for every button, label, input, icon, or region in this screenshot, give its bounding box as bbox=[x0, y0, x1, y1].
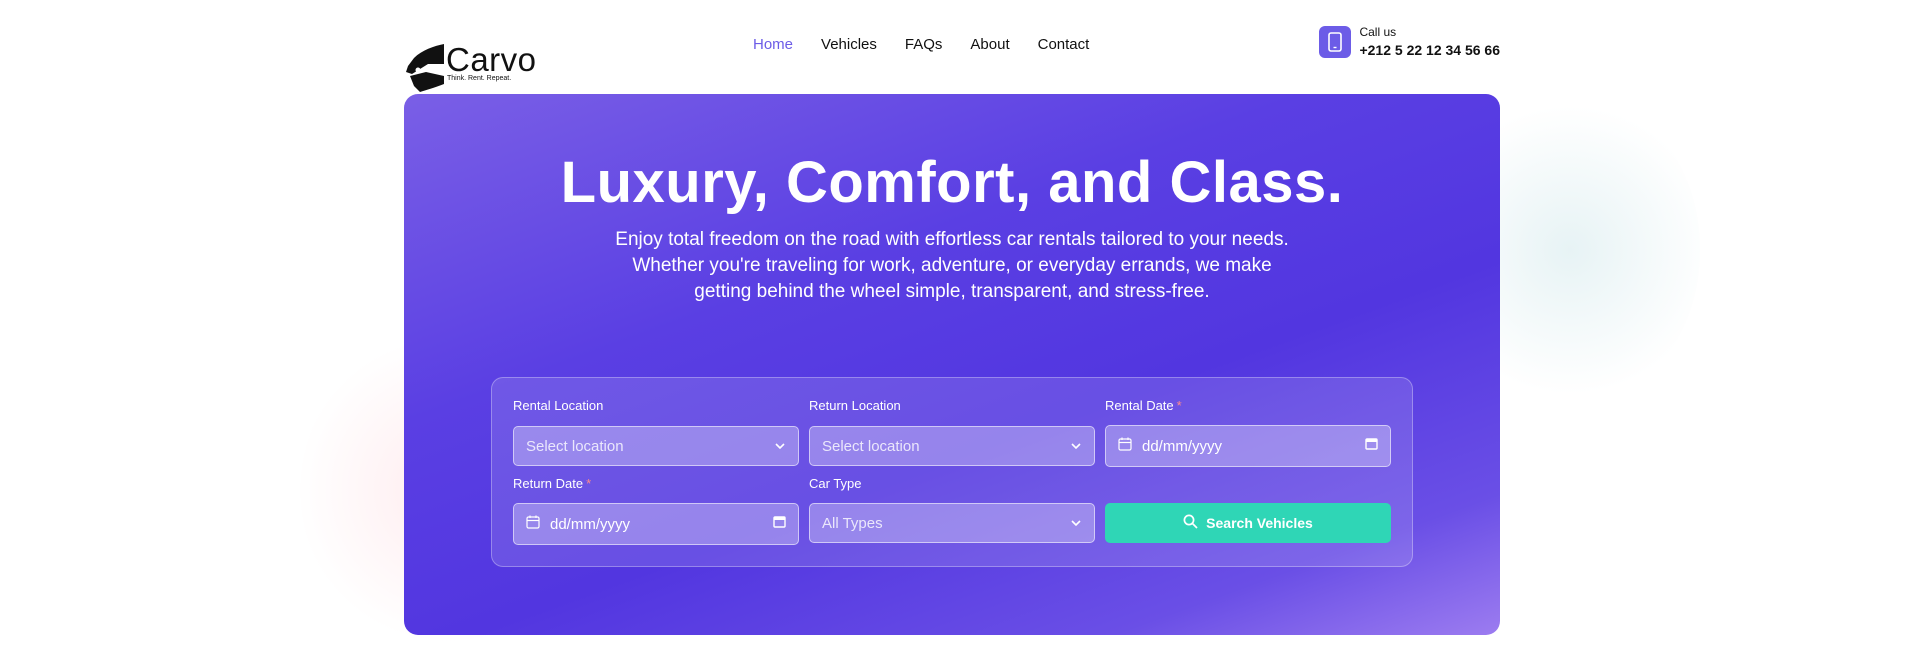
calendar-icon bbox=[1118, 437, 1132, 456]
car-type-label: Car Type bbox=[809, 476, 862, 491]
rental-location-label-text: Rental Location bbox=[513, 398, 604, 413]
rental-date-label: Rental Date * bbox=[1105, 398, 1182, 413]
nav-about[interactable]: About bbox=[970, 36, 1009, 53]
return-location-label: Return Location bbox=[809, 398, 901, 413]
nav-faqs[interactable]: FAQs bbox=[905, 36, 943, 53]
call-us[interactable]: Call us +212 5 22 12 34 56 66 bbox=[1319, 25, 1500, 58]
main-nav: Home Vehicles FAQs About Contact bbox=[753, 36, 1117, 53]
chevron-down-icon bbox=[774, 440, 786, 452]
call-us-text: Call us +212 5 22 12 34 56 66 bbox=[1359, 25, 1500, 58]
chevron-down-icon bbox=[1070, 440, 1082, 452]
return-location-placeholder: Select location bbox=[822, 437, 920, 455]
nav-home[interactable]: Home bbox=[753, 36, 793, 53]
chevron-down-icon bbox=[1070, 517, 1082, 529]
rental-location-label: Rental Location bbox=[513, 398, 603, 413]
return-date-input[interactable]: dd/mm/yyyy bbox=[513, 503, 799, 545]
smartphone-icon bbox=[1319, 25, 1352, 58]
rental-date-label-text: Rental Date bbox=[1105, 398, 1174, 413]
brand-name: Carvo bbox=[446, 41, 537, 78]
return-location-label-text: Return Location bbox=[809, 398, 901, 413]
brand-tagline: Think. Rent. Repeat. bbox=[447, 75, 512, 82]
site-header: Carvo Think. Rent. Repeat. Home Vehicles… bbox=[404, 0, 1500, 94]
car-type-select[interactable]: All Types bbox=[809, 503, 1095, 543]
return-date-placeholder: dd/mm/yyyy bbox=[550, 515, 631, 533]
search-vehicles-button[interactable]: Search Vehicles bbox=[1105, 503, 1391, 543]
car-type-value: All Types bbox=[822, 514, 883, 532]
calendar-picker-icon[interactable] bbox=[773, 515, 786, 533]
car-logo-icon bbox=[406, 44, 444, 92]
calendar-picker-icon[interactable] bbox=[1365, 437, 1378, 455]
return-date-label-text: Return Date bbox=[513, 476, 584, 491]
vehicle-search-form: Rental Location Select location Return L… bbox=[491, 377, 1413, 567]
hero-subtitle: Enjoy total freedom on the road with eff… bbox=[615, 229, 1289, 302]
hero-title: Luxury, Comfort, and Class. bbox=[560, 150, 1344, 215]
required-mark: * bbox=[1176, 398, 1182, 413]
return-location-select[interactable]: Select location bbox=[809, 426, 1095, 466]
rental-location-placeholder: Select location bbox=[526, 437, 624, 455]
search-vehicles-label: Search Vehicles bbox=[1206, 515, 1313, 531]
hero-section: Luxury, Comfort, and Class. Enjoy total … bbox=[404, 94, 1500, 635]
nav-contact[interactable]: Contact bbox=[1038, 36, 1090, 53]
return-date-label: Return Date * bbox=[513, 476, 591, 491]
car-type-label-text: Car Type bbox=[809, 476, 862, 491]
rental-date-placeholder: dd/mm/yyyy bbox=[1142, 437, 1223, 455]
phone-number[interactable]: +212 5 22 12 34 56 66 bbox=[1359, 42, 1500, 58]
search-icon bbox=[1183, 514, 1198, 532]
calendar-icon bbox=[526, 515, 540, 534]
nav-vehicles[interactable]: Vehicles bbox=[821, 36, 877, 53]
brand-logo[interactable]: Carvo Think. Rent. Repeat. bbox=[404, 20, 544, 92]
rental-date-input[interactable]: dd/mm/yyyy bbox=[1105, 425, 1391, 467]
rental-location-select[interactable]: Select location bbox=[513, 426, 799, 466]
required-mark: * bbox=[586, 476, 592, 491]
call-us-label: Call us bbox=[1359, 25, 1397, 39]
